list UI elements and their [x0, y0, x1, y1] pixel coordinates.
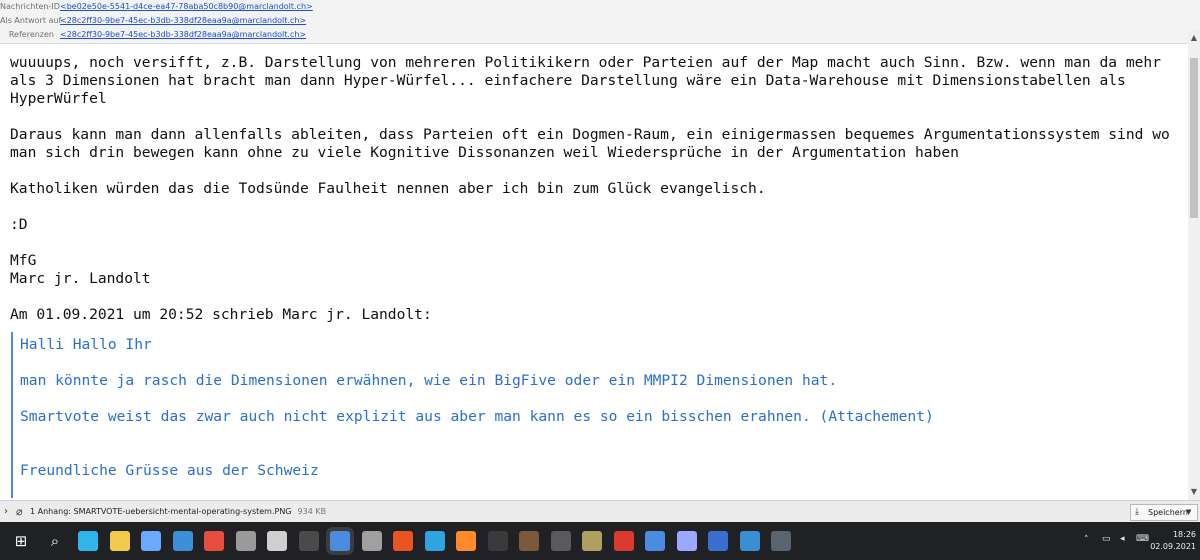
- mail-icon[interactable]: [172, 531, 193, 551]
- scroll-up-icon[interactable]: ▲: [1188, 32, 1200, 44]
- save-attachment-button[interactable]: ⤓ Speichern ▼: [1130, 504, 1198, 521]
- scroll-down-icon[interactable]: ▼: [1188, 486, 1200, 498]
- clock-date: 02.09.2021: [1150, 542, 1196, 551]
- mail-shortcut-icon[interactable]: [645, 531, 665, 551]
- attachment-name: 1 Anhang: SMARTVOTE-uebersicht-mental-op…: [30, 507, 292, 516]
- clock-time: 18:26: [1172, 530, 1196, 539]
- notepad-icon[interactable]: [676, 531, 697, 551]
- scrollbar-thumb[interactable]: [1190, 58, 1198, 218]
- attachment-size: 934 KB: [297, 507, 327, 516]
- photos-icon[interactable]: [739, 531, 760, 551]
- message-header: Nachrichten-ID <be02e50e-5541-d4ce-ea47-…: [0, 0, 1200, 44]
- live-app-icon[interactable]: [298, 531, 319, 551]
- message-paragraph: wuuuups, noch versifft, z.B. Darstellung…: [10, 54, 1170, 107]
- message-id-link[interactable]: <be02e50e-5541-d4ce-ea47-78aba50c8b90@ma…: [60, 0, 313, 14]
- download-icon: ⤓: [1135, 507, 1139, 517]
- quote-line: Halli Hallo Ihr: [20, 336, 152, 353]
- attachment-bar: › ⌀ 1 Anhang: SMARTVOTE-uebersicht-menta…: [0, 500, 1200, 523]
- store-icon[interactable]: [141, 531, 161, 551]
- terminal-icon[interactable]: [487, 531, 508, 551]
- quote-attribution: Am 01.09.2021 um 20:52 schrieb Marc jr. …: [10, 306, 432, 323]
- header-label: Nachrichten-ID: [0, 2, 60, 11]
- in-reply-to-link[interactable]: <28c2ff30-9be7-45ec-b3db-338df28eaa9a@ma…: [60, 14, 306, 28]
- message-paragraph: :D: [10, 216, 28, 233]
- message-paragraph: Katholiken würden das die Todsünde Faulh…: [10, 180, 766, 197]
- quoted-message: Halli Hallo Ihr man könnte ja rasch die …: [11, 332, 1185, 498]
- voice-app-icon[interactable]: [613, 531, 634, 551]
- search-icon[interactable]: ⌕: [44, 528, 66, 554]
- references-link[interactable]: <28c2ff30-9be7-45ec-b3db-338df28eaa9a@ma…: [60, 28, 306, 42]
- quote-line: Smartvote weist das zwar auch nicht expl…: [20, 408, 934, 425]
- kali-icon[interactable]: [550, 531, 571, 551]
- header-label: Referenzen: [8, 30, 54, 39]
- windows-start-icon[interactable]: ⊞: [10, 528, 32, 554]
- inkscape-icon[interactable]: [267, 531, 287, 551]
- expand-attachments-chevron-icon[interactable]: ›: [4, 501, 14, 523]
- app-generic-icon[interactable]: [361, 531, 382, 551]
- gun-app-icon[interactable]: [235, 531, 256, 551]
- chevron-up-icon[interactable]: ˄: [1084, 535, 1089, 545]
- vertical-scrollbar[interactable]: ▲ ▼: [1188, 30, 1200, 500]
- photo-app-icon[interactable]: [519, 531, 539, 551]
- save-label: Speichern: [1148, 508, 1188, 517]
- attachment-info[interactable]: 1 Anhang: SMARTVOTE-uebersicht-mental-op…: [30, 501, 326, 523]
- telegram-icon[interactable]: [424, 531, 445, 551]
- signature-name: Marc jr. Landolt: [10, 270, 151, 287]
- chevron-down-icon[interactable]: ▼: [1186, 505, 1191, 520]
- signature-greeting: MfG: [10, 252, 37, 269]
- volume-icon[interactable]: ◂: [1120, 534, 1125, 544]
- thunderbird-icon[interactable]: [330, 531, 350, 551]
- crossed-tools-icon[interactable]: [582, 531, 602, 551]
- language-icon[interactable]: ⌨: [1136, 534, 1149, 544]
- chrome-icon[interactable]: [204, 531, 224, 551]
- file-explorer-icon[interactable]: [109, 531, 130, 551]
- firefox-icon[interactable]: [456, 531, 476, 551]
- quote-line: Freundliche Grüsse aus der Schweiz: [20, 462, 319, 479]
- paperclip-icon: ⌀: [16, 505, 23, 518]
- ubuntu-icon[interactable]: [393, 531, 413, 551]
- message-paragraph: Daraus kann man dann allenfalls ableiten…: [10, 126, 1179, 161]
- header-label: Als Antwort auf: [0, 16, 62, 25]
- clock[interactable]: 18:26 02.09.2021: [1150, 529, 1196, 553]
- edge-browser-icon[interactable]: [78, 531, 98, 551]
- quote-line: man könnte ja rasch die Dimensionen erwä…: [20, 372, 838, 389]
- calculator-icon[interactable]: [771, 531, 791, 551]
- virtualbox-icon[interactable]: [708, 531, 728, 551]
- windows-taskbar: ⊞ ⌕ ˄ ▭ ◂ ⌨ 18:26 02.09.2021: [0, 522, 1200, 560]
- message-body: wuuuups, noch versifft, z.B. Darstellung…: [0, 44, 1188, 498]
- network-icon[interactable]: ▭: [1102, 534, 1111, 544]
